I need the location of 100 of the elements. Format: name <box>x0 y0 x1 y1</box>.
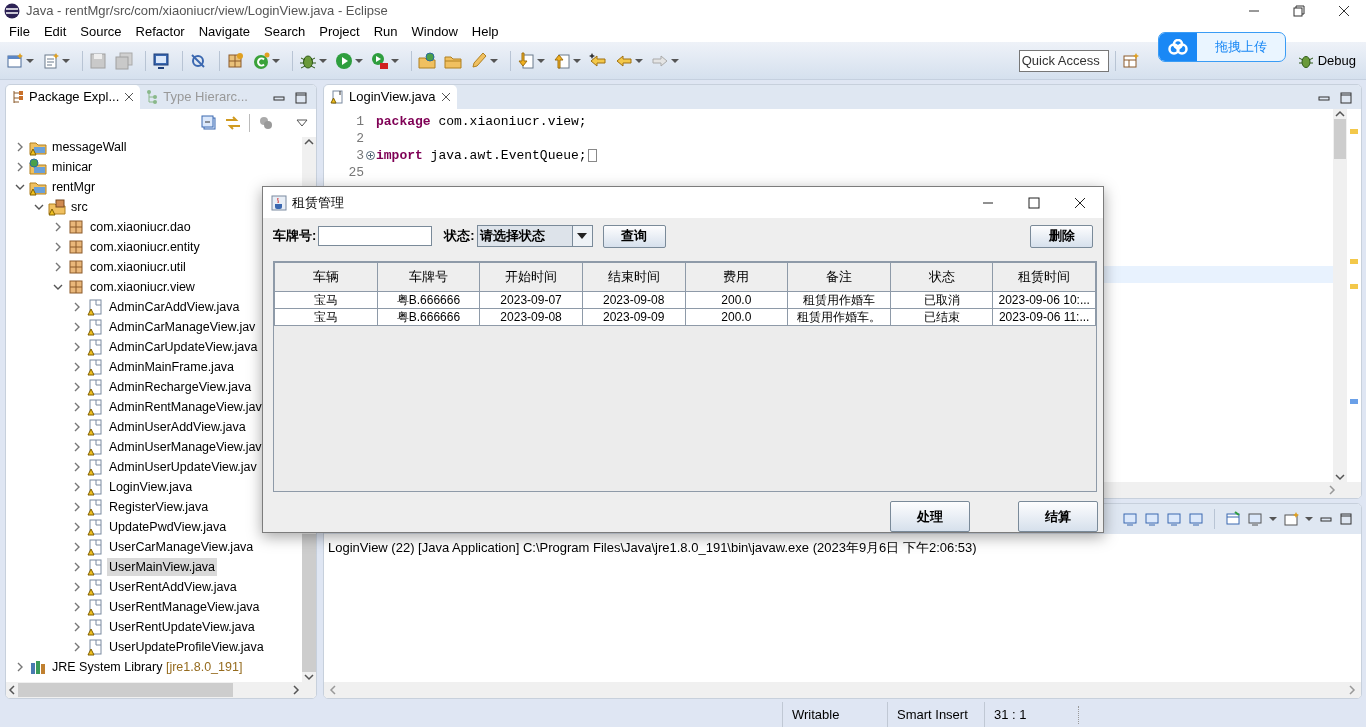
scroll-thumb[interactable] <box>1334 119 1346 159</box>
new-window-icon[interactable] <box>6 51 24 70</box>
close-tab-icon[interactable] <box>124 92 135 102</box>
table-cell: 租赁用作婚车 <box>787 291 891 309</box>
tree-item[interactable]: AdminCarAddView.java <box>107 297 242 317</box>
menu-item[interactable]: Help <box>464 22 506 42</box>
tree-item[interactable]: UserMainView.java <box>107 557 218 577</box>
tree-item[interactable]: UserCarManageView.java <box>107 537 256 557</box>
tree-item[interactable]: AdminMainFrame.java <box>107 357 237 377</box>
column-header[interactable]: 结束时间 <box>582 262 685 292</box>
column-header[interactable]: 车牌号 <box>377 262 480 292</box>
tree-item[interactable]: AdminRechargeView.java <box>107 377 254 397</box>
close-tab-icon[interactable] <box>440 92 451 102</box>
menu-item[interactable]: Run <box>366 22 405 42</box>
menu-item[interactable]: Search <box>257 22 313 42</box>
scroll-thumb[interactable] <box>18 683 233 697</box>
query-button[interactable]: 查询 <box>602 224 666 248</box>
dropdown-caret-icon[interactable] <box>671 57 679 64</box>
settle-button[interactable]: 结算 <box>1018 501 1098 532</box>
tree-item[interactable]: com.xiaoniucr.dao <box>88 217 193 237</box>
delete-button[interactable]: 删除 <box>1030 224 1093 248</box>
dropdown-caret-icon[interactable] <box>391 57 399 64</box>
menu-item[interactable]: Source <box>73 22 129 42</box>
tree-item[interactable]: AdminUserUpdateView.jav <box>107 457 259 477</box>
column-header[interactable]: 租赁时间 <box>992 262 1096 292</box>
tree-item[interactable]: rentMgr <box>50 177 98 197</box>
tree-item[interactable]: RegisterView.java <box>107 497 211 517</box>
tree-item[interactable]: AdminCarUpdateView.java <box>107 337 260 357</box>
dropdown-caret-icon[interactable] <box>537 57 545 64</box>
dropdown-caret-icon[interactable] <box>62 57 70 64</box>
new-class-icon[interactable] <box>252 51 270 70</box>
tree-item[interactable]: UserRentUpdateView.java <box>107 617 257 637</box>
dropdown-caret-icon[interactable] <box>272 57 280 64</box>
dialog-title: 租赁管理 <box>292 193 344 212</box>
dropdown-caret-icon[interactable] <box>490 57 498 64</box>
menu-item[interactable]: Navigate <box>191 22 257 42</box>
dropdown-caret-icon[interactable] <box>1269 516 1277 522</box>
tree-item[interactable]: minicar <box>50 157 95 177</box>
open-folder-icon[interactable] <box>418 51 436 70</box>
tree-item[interactable]: UserRentManageView.java <box>107 597 262 617</box>
maximize-view-icon[interactable] <box>294 91 308 105</box>
vertical-scrollbar[interactable] <box>1333 109 1347 482</box>
tree-item[interactable]: com.xiaoniucr.view <box>88 277 197 297</box>
new-package-icon[interactable] <box>226 51 244 70</box>
external-tools-icon[interactable] <box>371 51 389 70</box>
tree-item[interactable]: com.xiaoniucr.util <box>88 257 188 277</box>
tree-item[interactable]: AdminUserManageView.jav <box>107 437 264 457</box>
table-cell: 粤B.666666 <box>377 308 480 326</box>
dropdown-arrow-icon[interactable] <box>577 232 588 240</box>
debug-perspective-button[interactable]: Debug <box>1293 50 1360 71</box>
dropdown-caret-icon[interactable] <box>573 57 581 64</box>
line-number: 2 <box>355 129 365 148</box>
java-file-icon <box>86 378 104 396</box>
menu-item[interactable]: Edit <box>36 22 74 42</box>
tree-item[interactable]: AdminCarManageView.jav <box>107 317 258 337</box>
link-editor-icon[interactable] <box>225 115 241 131</box>
folded-code-box[interactable] <box>587 149 597 162</box>
menu-item[interactable]: Refactor <box>128 22 192 42</box>
scroll-thumb[interactable] <box>302 534 316 672</box>
tree-item[interactable]: JRE System Library [jre1.8.0_191] <box>50 657 245 677</box>
tree-item[interactable]: com.xiaoniucr.entity <box>88 237 202 257</box>
horizontal-scrollbar[interactable] <box>6 682 316 698</box>
column-header[interactable]: 费用 <box>685 262 788 292</box>
column-header[interactable]: 开始时间 <box>479 262 583 292</box>
tree-item[interactable]: messageWall <box>50 137 129 157</box>
tree-item[interactable]: UpdatePwdView.java <box>107 517 229 537</box>
tree-item[interactable]: UserUpdateProfileView.java <box>107 637 266 657</box>
editor-tab[interactable]: LoginView.java <box>324 85 457 109</box>
dropdown-caret-icon[interactable] <box>26 57 34 64</box>
dropdown-caret-icon[interactable] <box>635 57 643 64</box>
view-tab[interactable]: Package Expl... <box>6 85 141 109</box>
collapse-all-icon[interactable] <box>201 115 217 131</box>
java-file-icon <box>86 458 104 476</box>
monitor-icon[interactable] <box>152 51 170 70</box>
dropdown-caret-icon[interactable] <box>1305 516 1313 522</box>
plate-number-field[interactable] <box>318 226 433 246</box>
tree-item[interactable]: AdminUserAddView.java <box>107 417 248 437</box>
tree-item[interactable]: LoginView.java <box>107 477 195 497</box>
menu-item[interactable]: Project <box>312 22 367 42</box>
maximize-view-icon[interactable] <box>1339 91 1353 105</box>
process-button[interactable]: 处理 <box>890 501 970 532</box>
quick-access-field[interactable]: Quick Access <box>1018 49 1109 72</box>
dropdown-caret-icon[interactable] <box>319 57 327 64</box>
run-icon[interactable] <box>335 51 353 70</box>
column-header[interactable]: 车辆 <box>274 262 378 292</box>
column-header[interactable]: 备注 <box>787 262 891 292</box>
column-header[interactable]: 状态 <box>890 262 993 292</box>
java-file-icon <box>86 298 104 316</box>
view-menu-icon[interactable] <box>296 118 308 128</box>
open-perspective-icon[interactable] <box>1121 51 1140 70</box>
status-dropdown[interactable]: 请选择状态 <box>476 225 593 247</box>
expand-fold-icon[interactable] <box>366 151 375 160</box>
tree-item[interactable]: UserRentAddView.java <box>107 577 239 597</box>
menu-item[interactable]: File <box>2 22 37 42</box>
dropdown-caret-icon[interactable] <box>355 57 363 64</box>
tree-item[interactable]: src <box>69 197 90 217</box>
tree-item[interactable]: AdminRentManageView.jav <box>107 397 264 417</box>
menu-item[interactable]: Window <box>404 22 465 42</box>
new-console-icon[interactable] <box>1225 511 1241 527</box>
maximize-view-icon[interactable] <box>1339 512 1353 526</box>
